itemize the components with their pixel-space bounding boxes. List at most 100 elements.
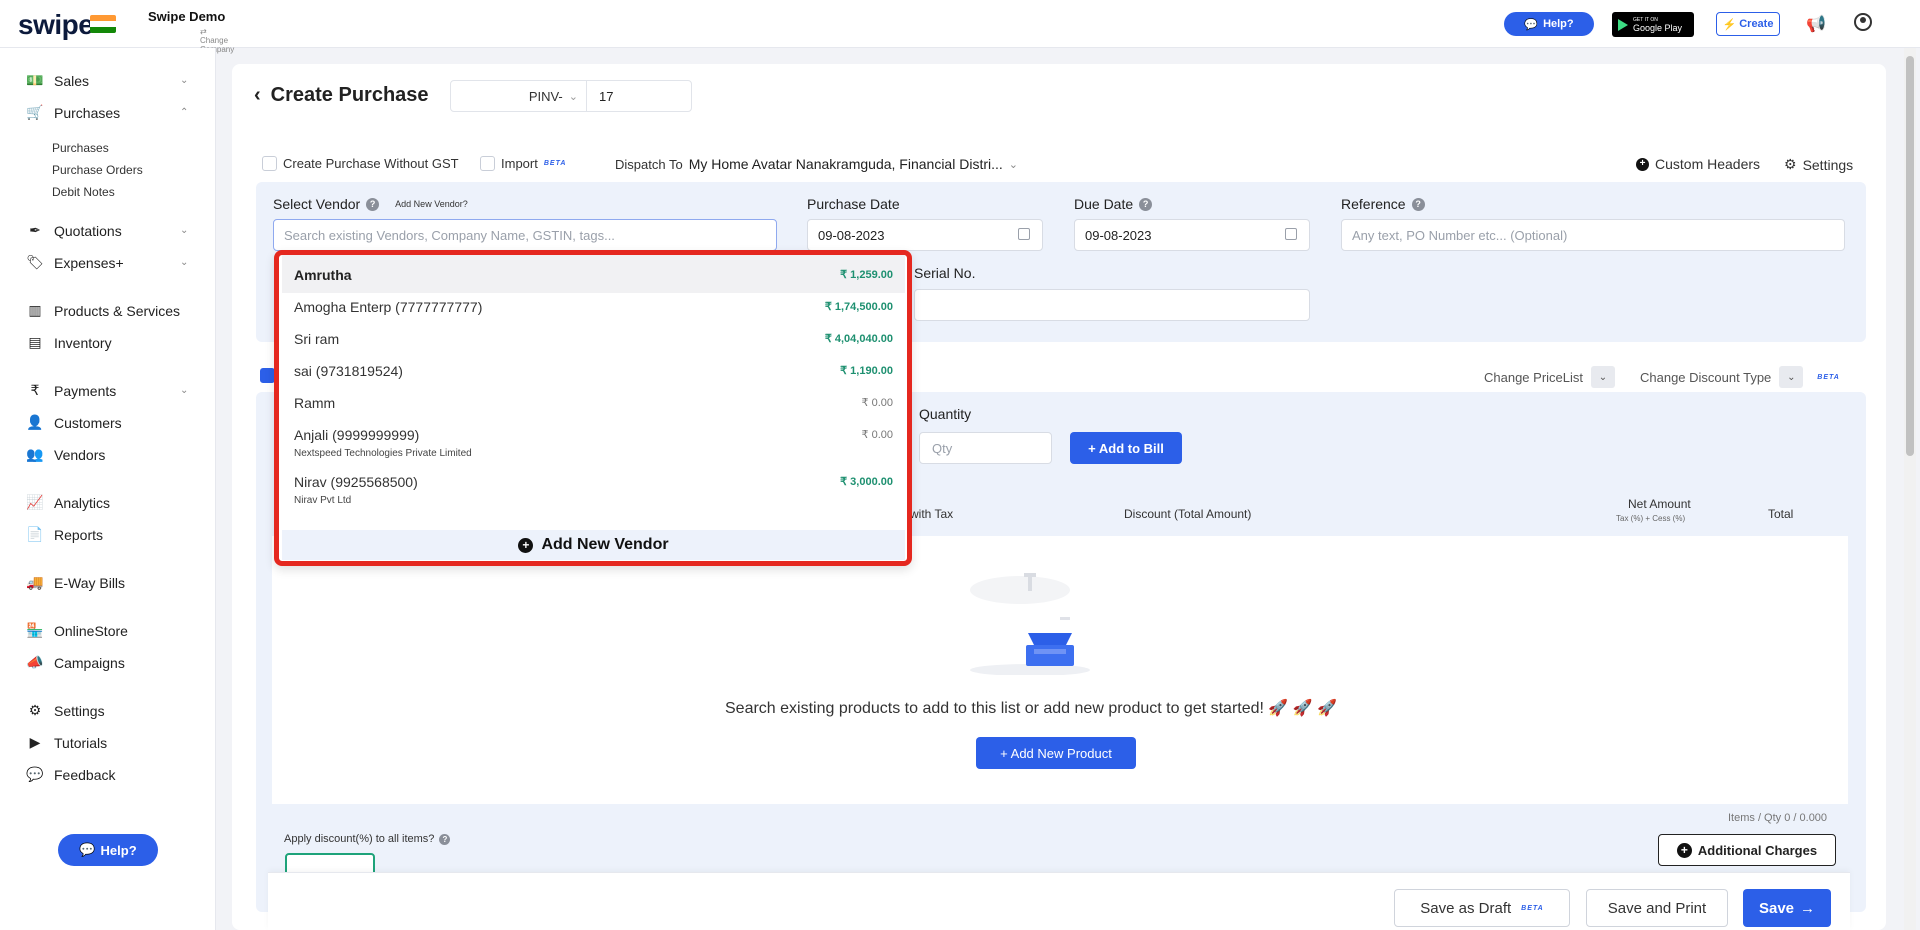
chart-icon: 📈 (26, 494, 44, 510)
vendor-option[interactable]: Amogha Enterp (7777777777) ₹ 1,74,500.00 (282, 293, 905, 325)
add-new-vendor-link[interactable]: Add New Vendor? (395, 199, 468, 209)
chevron-up-icon: ⌃ (180, 107, 189, 118)
quantity-input[interactable]: Qty (919, 432, 1052, 464)
sidebar-subitem-purchases[interactable]: Purchases (52, 141, 109, 155)
help-circle-icon: ? (439, 833, 451, 845)
user-account-icon[interactable] (1854, 13, 1872, 31)
due-date-value: 09-08-2023 (1085, 227, 1152, 243)
back-arrow-icon[interactable]: ‹ (254, 84, 261, 107)
additional-charges-button[interactable]: + Additional Charges (1658, 834, 1836, 866)
vendor-name: Anjali (9999999999) (294, 427, 420, 443)
save-button[interactable]: Save → (1743, 889, 1831, 927)
save-and-print-button[interactable]: Save and Print (1586, 889, 1728, 927)
sidebar-item-vendors[interactable]: 👥 Vendors (26, 446, 105, 463)
prefix-select[interactable]: PINV- ⌄ (451, 81, 587, 111)
vendor-name: Sri ram (294, 331, 340, 347)
save-as-draft-button[interactable]: Save as Draft BETA (1394, 889, 1570, 927)
settings-button[interactable]: ⚙ Settings (1784, 156, 1853, 173)
megaphone-icon[interactable]: 📢 (1806, 14, 1826, 34)
sidebar-item-purchases[interactable]: 🛒 Purchases ⌃ (26, 104, 188, 121)
sidebar-item-inventory[interactable]: ▤ Inventory (26, 334, 111, 351)
vendor-option[interactable]: Anjali (9999999999) Nextspeed Technologi… (282, 421, 905, 467)
sidebar-subitem-debit-notes[interactable]: Debit Notes (52, 185, 115, 199)
import-checkbox[interactable] (480, 156, 495, 171)
due-date-input[interactable]: 09-08-2023 (1074, 219, 1310, 251)
vendor-option[interactable]: Ramm ₹ 0.00 (282, 389, 905, 421)
purchase-date-label: Purchase Date (807, 196, 900, 212)
barcode-icon: ▥ (28, 302, 42, 318)
items-checkbox[interactable] (260, 368, 275, 383)
vendor-balance: ₹ 0.00 (861, 397, 893, 409)
vendor-option[interactable]: sai (9731819524) ₹ 1,190.00 (282, 357, 905, 389)
change-discount-type[interactable]: Change Discount Type ⌄ BETA (1640, 366, 1840, 388)
dispatch-to[interactable]: Dispatch To My Home Avatar Nanakramguda,… (615, 156, 1018, 172)
serial-no-input[interactable] (914, 289, 1310, 321)
sidebar-item-sales[interactable]: 💵 Sales ⌄ (26, 72, 188, 89)
sidebar-item-payments[interactable]: ₹ Payments ⌄ (26, 382, 189, 399)
users-icon: 👥 (26, 446, 44, 462)
chevron-down-icon[interactable]: ⌄ (1779, 366, 1804, 388)
vendor-option[interactable]: Sri ram ₹ 4,04,040.00 (282, 325, 905, 357)
vendor-name: Ramm (294, 395, 336, 411)
india-flag-icon (90, 15, 116, 33)
chevron-down-icon: ⌄ (180, 385, 189, 396)
sidebar-item-tutorials[interactable]: ▶ Tutorials (26, 734, 108, 751)
scrollbar-thumb[interactable] (1906, 56, 1914, 456)
sidebar: 💵 Sales ⌄ 🛒 Purchases ⌃ Purchases Purchase O… (0, 48, 216, 930)
sidebar-item-eway-bills[interactable]: 🚚 E-Way Bills (26, 574, 125, 591)
google-play-badge[interactable]: GET IT ON Google Play (1612, 12, 1694, 37)
without-gst-checkbox[interactable] (262, 156, 277, 171)
vendor-option[interactable]: Nirav (9925568500) Nirav Pvt Ltd ₹ 3,000… (282, 467, 905, 515)
sidebar-subitem-purchase-orders[interactable]: Purchase Orders (52, 163, 143, 177)
sidebar-item-products[interactable]: ▥ Products & Services (26, 302, 180, 319)
chevron-down-icon: ⌄ (1008, 158, 1018, 171)
import-option[interactable]: Import BETA (480, 156, 566, 171)
page-scrollbar[interactable] (1904, 48, 1916, 930)
beta-badge: BETA (1817, 373, 1840, 381)
pen-icon: ✒ (29, 222, 41, 238)
title-text: Create Purchase (270, 84, 429, 106)
create-label: Create (1739, 18, 1774, 30)
add-to-bill-button[interactable]: + Add to Bill (1070, 432, 1182, 464)
sidebar-item-settings[interactable]: ⚙ Settings (26, 702, 105, 719)
sidebar-item-expenses[interactable]: 🏷 Expenses+ ⌄ (26, 254, 188, 271)
add-new-product-button[interactable]: + Add New Product (976, 737, 1136, 769)
vendor-balance: ₹ 1,74,500.00 (824, 301, 893, 313)
help-button[interactable]: 💬 Help? (1504, 12, 1594, 36)
without-gst-option[interactable]: Create Purchase Without GST (262, 156, 459, 171)
sidebar-item-quotations[interactable]: ✒ Quotations ⌄ (26, 222, 188, 239)
items-qty-summary: Items / Qty 0 / 0.000 (1728, 812, 1828, 824)
custom-headers-button[interactable]: + Custom Headers (1636, 156, 1760, 172)
chevron-down-icon[interactable]: ⌄ (1591, 366, 1615, 388)
sidebar-item-customers[interactable]: 👤 Customers (26, 414, 121, 431)
company-name: Swipe Demo (148, 9, 226, 24)
due-date-label: Due Date ? (1074, 196, 1153, 212)
sidebar-item-campaigns[interactable]: 📣 Campaigns (26, 654, 125, 671)
user-icon: 👤 (26, 414, 44, 430)
sidebar-item-reports[interactable]: 📄 Reports (26, 526, 103, 543)
gear-icon: ⚙ (28, 702, 42, 718)
purchase-date-input[interactable]: 09-08-2023 (807, 219, 1043, 251)
help-button-sidebar[interactable]: 💬 Help? (58, 834, 158, 866)
create-button[interactable]: ⚡ Create (1716, 12, 1780, 36)
chevron-down-icon: ⌄ (180, 75, 189, 86)
company-switcher[interactable]: Swipe Demo ⇄ Change Company (148, 9, 234, 54)
invoice-number-field[interactable]: PINV- ⌄ 17 (450, 80, 692, 112)
add-new-vendor-button[interactable]: + Add New Vendor (282, 530, 905, 560)
reference-input[interactable]: Any text, PO Number etc... (Optional) (1341, 219, 1845, 251)
calendar-icon (1018, 228, 1030, 240)
empty-state-message: Search existing products to add to this … (725, 700, 1338, 717)
sidebar-item-onlinestore[interactable]: 🏪 OnlineStore (26, 622, 128, 639)
vendor-option[interactable]: Amrutha ₹ 1,259.00 (282, 255, 905, 293)
sidebar-label: OnlineStore (54, 622, 128, 639)
change-pricelist[interactable]: Change PriceList ⌄ (1484, 366, 1615, 388)
vendor-name: Nirav (9925568500) (294, 474, 418, 490)
import-label: Import (501, 156, 538, 171)
sidebar-item-analytics[interactable]: 📈 Analytics (26, 494, 110, 511)
plus-circle-icon: + (1636, 157, 1649, 171)
invoice-number-value[interactable]: 17 (587, 89, 613, 104)
sidebar-item-feedback[interactable]: 💬 Feedback (26, 766, 115, 783)
plus-circle-icon: + (518, 537, 534, 553)
vendor-search-input[interactable]: Search existing Vendors, Company Name, G… (273, 219, 777, 251)
swipe-logo[interactable]: swipe (18, 9, 94, 41)
